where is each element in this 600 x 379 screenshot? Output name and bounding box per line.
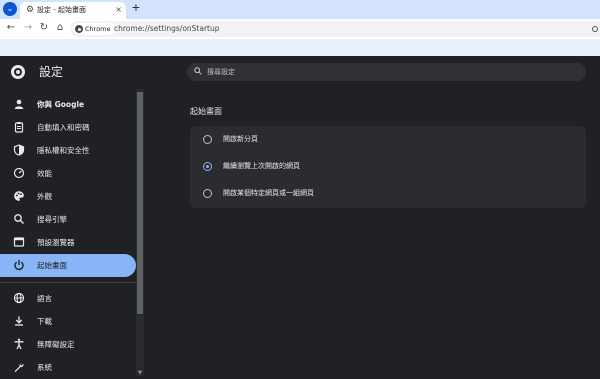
chrome-logo-icon [11, 65, 25, 79]
radio-button[interactable] [203, 189, 212, 198]
chrome-icon [75, 25, 83, 33]
accessibility-icon [13, 338, 25, 350]
settings-sidebar: 你與 Google 自動填入和密碼 隱私權和安全性 效能 外觀 搜尋引擎 預設瀏… [0, 89, 144, 376]
sidebar-divider [0, 282, 136, 283]
sidebar-item-label: 起始畫面 [37, 261, 67, 270]
tab-search-button[interactable]: ⌄ [3, 2, 17, 16]
forward-button[interactable]: → [21, 21, 35, 35]
page-title: 設定 [39, 65, 64, 79]
startup-option-continue[interactable]: 繼續瀏覽上次開啟的網頁 [190, 153, 586, 180]
sidebar-item-search-engine[interactable]: 搜尋引擎 [0, 208, 136, 231]
sidebar-item-label: 預設瀏覽器 [37, 238, 75, 247]
browser-toolbar: ← → ↻ ⌂ Chrome chrome://settings/onStart… [0, 19, 600, 39]
sidebar-item-label: 外觀 [37, 192, 52, 201]
globe-icon [13, 292, 25, 304]
bookmark-bar [0, 39, 600, 56]
browser-window-icon [13, 236, 25, 248]
startup-option-new-tab[interactable]: 開啟新分頁 [190, 126, 586, 153]
option-label: 繼續瀏覽上次開啟的網頁 [223, 162, 300, 170]
sidebar-item-label: 隱私權和安全性 [37, 146, 90, 155]
sidebar-item-privacy[interactable]: 隱私權和安全性 [0, 139, 136, 162]
chip-label: Chrome [85, 25, 111, 33]
site-info-chip[interactable]: Chrome [73, 23, 115, 35]
wrench-icon [13, 361, 25, 373]
sidebar-item-languages[interactable]: 語言 [0, 287, 136, 310]
settings-header: 設定 搜尋設定 [0, 56, 600, 89]
palette-icon [13, 190, 25, 202]
reload-button[interactable]: ↻ [37, 21, 51, 35]
settings-main: 起始畫面 開啟新分頁 繼續瀏覽上次開啟的網頁 開啟某個特定網頁或一組網頁 [144, 89, 600, 376]
search-icon [13, 213, 25, 225]
sidebar-item-accessibility[interactable]: 無障礙設定 [0, 333, 136, 356]
search-input[interactable]: 搜尋設定 [187, 63, 586, 81]
startup-option-specific-pages[interactable]: 開啟某個特定網頁或一組網頁 [190, 180, 586, 207]
url-text[interactable]: chrome://settings/onStartup [114, 21, 220, 37]
shield-icon [13, 144, 25, 156]
address-bar[interactable]: Chrome chrome://settings/onStartup [70, 21, 600, 37]
sidebar-item-autofill[interactable]: 自動填入和密碼 [0, 116, 136, 139]
sidebar-scrollbar[interactable]: ▼ [136, 89, 144, 376]
back-button[interactable]: ← [4, 21, 18, 35]
option-label: 開啟某個特定網頁或一組網頁 [223, 189, 314, 197]
gear-icon: ⚙ [25, 5, 35, 15]
radio-button[interactable] [203, 135, 212, 144]
sidebar-item-performance[interactable]: 效能 [0, 162, 136, 185]
scrollbar-thumb[interactable] [137, 92, 143, 314]
tab-settings[interactable]: ⚙ 設定 - 起始畫面 × [20, 2, 126, 19]
clipboard-icon [13, 121, 25, 133]
sidebar-item-appearance[interactable]: 外觀 [0, 185, 136, 208]
bookmark-star-icon[interactable] [592, 26, 598, 32]
sidebar-item-label: 無障礙設定 [37, 340, 75, 349]
sidebar-item-label: 自動填入和密碼 [37, 123, 90, 132]
new-tab-button[interactable]: + [129, 1, 143, 15]
sidebar-item-you-and-google[interactable]: 你與 Google [0, 93, 136, 116]
option-label: 開啟新分頁 [223, 135, 258, 143]
search-icon [194, 67, 202, 75]
search-placeholder: 搜尋設定 [207, 68, 235, 76]
sidebar-item-downloads[interactable]: 下載 [0, 310, 136, 333]
power-icon [13, 259, 25, 271]
sidebar-item-on-startup[interactable]: 起始畫面 [0, 254, 136, 277]
tab-title: 設定 - 起始畫面 [37, 6, 86, 14]
tab-strip: ⌄ ⚙ 設定 - 起始畫面 × + [0, 0, 600, 19]
startup-options-card: 開啟新分頁 繼續瀏覽上次開啟的網頁 開啟某個特定網頁或一組網頁 [190, 126, 586, 208]
home-button[interactable]: ⌂ [53, 21, 67, 35]
sidebar-item-label: 下載 [37, 317, 52, 326]
scroll-down-arrow-icon[interactable]: ▼ [137, 370, 143, 376]
close-icon[interactable]: × [115, 4, 122, 16]
sidebar-item-label: 語言 [37, 294, 52, 303]
radio-button-checked[interactable] [203, 162, 212, 171]
download-icon [13, 315, 25, 327]
sidebar-item-label: 搜尋引擎 [37, 215, 67, 224]
sidebar-item-label: 你與 Google [37, 100, 85, 109]
speedometer-icon [13, 167, 25, 179]
section-title: 起始畫面 [190, 107, 222, 116]
sidebar-item-label: 效能 [37, 169, 52, 178]
person-icon [13, 98, 25, 110]
sidebar-item-default-browser[interactable]: 預設瀏覽器 [0, 231, 136, 254]
